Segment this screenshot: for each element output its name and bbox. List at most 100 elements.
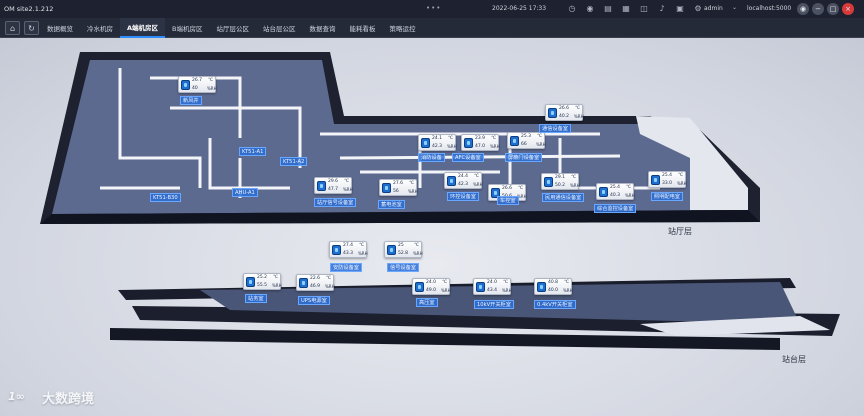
sensor-card[interactable]: 23.9 ℃ 47.0 %RH — [461, 134, 500, 151]
sensor-card[interactable]: 24.1 ℃ 42.3 %RH — [418, 134, 457, 151]
sensor-card[interactable]: 22.6 ℃ 46.9 %RH — [296, 274, 335, 291]
terminal-icon[interactable]: ▤ — [602, 3, 614, 14]
sensor-card[interactable]: 29.6 ℃ 47.7 %RH — [314, 177, 353, 194]
title-bar: OM site2.1.212 ••• 2022-06-25 17:33 ◷ ◉ … — [0, 0, 864, 18]
room-label[interactable]: 10kV开关柜室 — [474, 300, 514, 309]
sensor-card[interactable]: 24.4 ℃ 42.3 %RH — [444, 172, 483, 189]
room-label[interactable]: 消防设备 — [418, 153, 445, 162]
room-label[interactable]: 0.4kV开关柜室 — [534, 300, 576, 309]
room-label[interactable]: 照明配电室 — [651, 192, 683, 201]
room-label[interactable]: KT51-A1 — [239, 147, 267, 156]
room-label[interactable]: KT51-A2 — [280, 157, 308, 166]
document-icon[interactable]: ◫ — [638, 3, 650, 14]
room-label[interactable]: 通信设备室 — [539, 124, 571, 133]
sensor-card[interactable]: 25.4 ℃ 33.0 %RH — [648, 171, 687, 188]
toolbar-icons: ◷ ◉ ▤ ▦ ◫ ♪ ▣ ⚙ — [566, 3, 704, 14]
tab-platform-public[interactable]: 站台层公区 — [256, 18, 303, 38]
tab-energy-board[interactable]: 能耗看板 — [343, 18, 383, 38]
sensor-card[interactable]: 26.6 ℃ 40.2 %RH — [545, 104, 584, 121]
room-label[interactable]: 站厅信号设备室 — [314, 198, 357, 207]
floor-plan-scene[interactable]: 26.7 ℃ 40 %RH 26.6 ℃ 40.2 %RH 24.1 ℃ 42.3 %RH 23.… — [0, 38, 864, 416]
app-title: OM site2.1.212 — [4, 5, 54, 13]
tabs: 数据概览 冷水机房 A端机房区 B端机房区 站厅层公区 站台层公区 数据查询 能… — [40, 18, 423, 38]
floor-label-platform: 站台层 — [782, 355, 806, 364]
thermometer-icon — [299, 278, 308, 288]
tab-a-end-equipment[interactable]: A端机房区 — [120, 18, 166, 38]
thermometer-icon — [246, 277, 255, 287]
refresh-icon[interactable]: ↻ — [24, 21, 39, 35]
thermometer-icon — [317, 181, 326, 191]
minimize-icon[interactable]: − — [812, 3, 824, 15]
watermark: 1∞ 大数跨境 — [8, 388, 95, 408]
room-label[interactable]: 信号设备室 — [387, 263, 419, 272]
calendar-icon[interactable]: ▦ — [620, 3, 632, 14]
room-label[interactable]: 民用通信设备室 — [542, 193, 585, 202]
sensor-card[interactable]: 40.8 ℃ 40.0 %RH — [534, 278, 573, 295]
room-label[interactable]: 综合监控设备室 — [594, 204, 637, 213]
sensor-card[interactable]: 24.0 ℃ 49.0 %RH — [412, 278, 451, 295]
thermometer-icon — [476, 282, 485, 292]
sensor-card[interactable]: 25.3 ℃ 66 %RH — [507, 132, 546, 149]
sensor-card[interactable]: 27.6 ℃ 56 %RH — [379, 179, 418, 196]
brand-logo: 1∞ — [8, 389, 25, 403]
room-label[interactable]: 高压室 — [416, 298, 438, 307]
eye-icon[interactable]: ◉ — [797, 3, 809, 15]
thermometer-icon — [651, 175, 660, 185]
thermometer-icon — [537, 282, 546, 292]
room-label[interactable]: 新风井 — [180, 96, 202, 105]
room-label[interactable]: AHU-A1 — [232, 188, 258, 197]
room-label[interactable]: 站务室 — [245, 294, 267, 303]
host-address: localhost:5000 — [747, 5, 792, 12]
thermometer-icon — [332, 245, 341, 255]
room-label[interactable]: 车控室 — [497, 196, 519, 205]
floor-plan-model — [40, 52, 840, 350]
room-label[interactable]: 安防设备室 — [330, 263, 362, 272]
thermometer-icon — [387, 245, 396, 255]
settings-icon[interactable]: ⚙ — [692, 3, 704, 14]
sensor-card[interactable]: 26.7 ℃ 40 %RH — [178, 76, 217, 93]
room-label[interactable]: AFC设备室 — [452, 153, 484, 162]
watermark-text: 大数跨境 — [42, 392, 95, 407]
datetime: 2022-06-25 17:33 — [492, 5, 547, 12]
close-icon[interactable]: × — [842, 3, 854, 15]
floor-label-hall: 站厅层 — [668, 227, 692, 236]
clock-icon[interactable]: ◷ — [566, 3, 578, 14]
thermometer-icon — [447, 176, 456, 186]
restore-icon[interactable]: □ — [827, 3, 839, 15]
folder-icon[interactable]: ▣ — [674, 3, 686, 14]
camera-icon[interactable]: ◉ — [584, 3, 596, 14]
room-label[interactable]: 环控设备室 — [447, 192, 479, 201]
tab-data-query[interactable]: 数据查询 — [303, 18, 343, 38]
sensor-card[interactable]: 24.0 ℃ 43.4 %RH — [473, 278, 512, 295]
tab-strategy-control[interactable]: 策略运控 — [383, 18, 423, 38]
thermometer-icon — [421, 138, 430, 148]
thermometer-icon — [544, 177, 553, 187]
home-icon[interactable]: ⌂ — [5, 21, 20, 35]
status-dots: ••• — [426, 4, 442, 12]
room-label[interactable]: 蓄电池室 — [378, 200, 405, 209]
sensor-card[interactable]: 29.1 ℃ 50.2 %RH — [541, 173, 580, 190]
thermometer-icon — [599, 187, 608, 197]
thermometer-icon — [382, 183, 391, 193]
sensor-card[interactable]: 25.2 ℃ 55.5 %RH — [243, 273, 282, 290]
thermometer-icon — [415, 282, 424, 292]
tab-bar: ⌂ ↻ 数据概览 冷水机房 A端机房区 B端机房区 站厅层公区 站台层公区 数据… — [0, 18, 864, 38]
room-label[interactable]: 屏蔽门设备室 — [505, 153, 543, 162]
thermometer-icon — [464, 138, 473, 148]
tab-overview[interactable]: 数据概览 — [40, 18, 80, 38]
room-label[interactable]: KT51-B30 — [150, 193, 181, 202]
sensor-card[interactable]: 25.4 ℃ 40.3 %RH — [596, 183, 635, 200]
thermometer-icon — [510, 136, 519, 146]
thermometer-icon — [548, 108, 557, 118]
sensor-card[interactable]: 27.4 ℃ 43.3 %RH — [329, 241, 368, 258]
chevron-down-icon[interactable]: ⌄ — [732, 4, 737, 11]
tab-b-end-equipment[interactable]: B端机房区 — [165, 18, 209, 38]
tab-chiller-room[interactable]: 冷水机房 — [80, 18, 120, 38]
window-buttons: ◉ − □ × — [797, 3, 854, 15]
sensor-card[interactable]: 25 ℃ 52.8 %RH — [384, 241, 423, 258]
bell-icon[interactable]: ♪ — [656, 3, 668, 14]
user-name[interactable]: admin — [704, 5, 723, 12]
room-label[interactable]: UPS电源室 — [298, 296, 330, 305]
thermometer-icon — [181, 80, 190, 90]
tab-hall-public[interactable]: 站厅层公区 — [210, 18, 257, 38]
